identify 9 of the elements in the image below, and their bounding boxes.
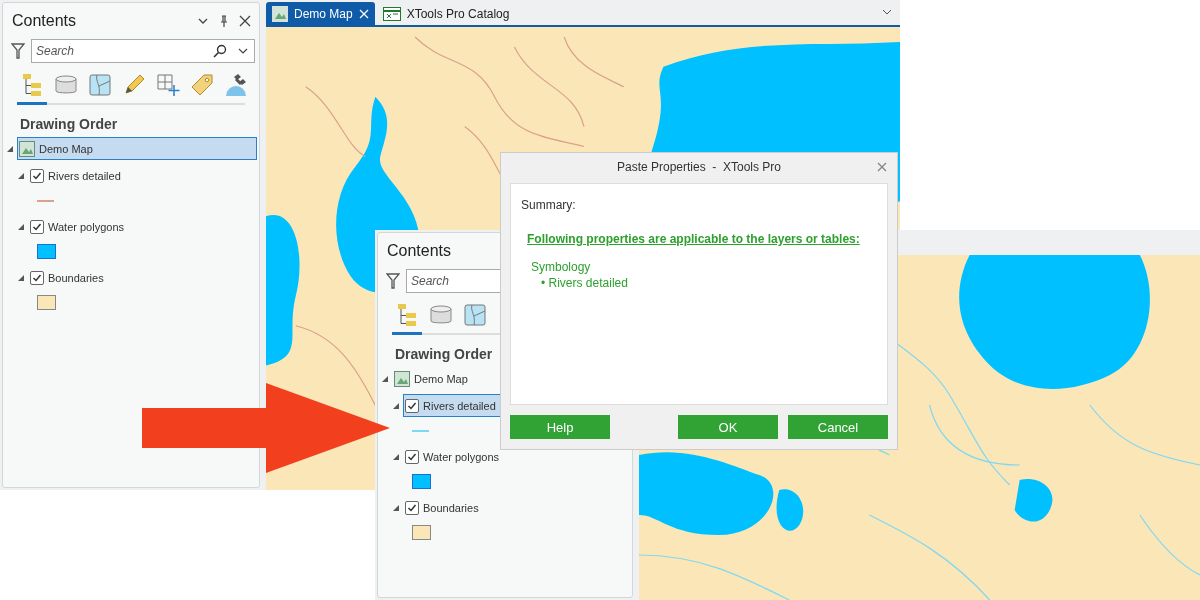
property-group: Symbology	[531, 260, 877, 274]
section-heading: Drawing Order	[395, 346, 494, 362]
summary-heading: Following properties are applicable to the layers or tables:	[527, 232, 861, 246]
layer-entry: • Rivers detailed	[541, 276, 629, 290]
panel-title: Contents	[387, 242, 452, 260]
section-heading: Drawing Order	[20, 116, 119, 132]
panel-title: Contents	[12, 12, 77, 30]
summary-label: Summary:	[521, 198, 577, 212]
dialog-title: Paste Properties - XTools Pro	[616, 160, 782, 174]
